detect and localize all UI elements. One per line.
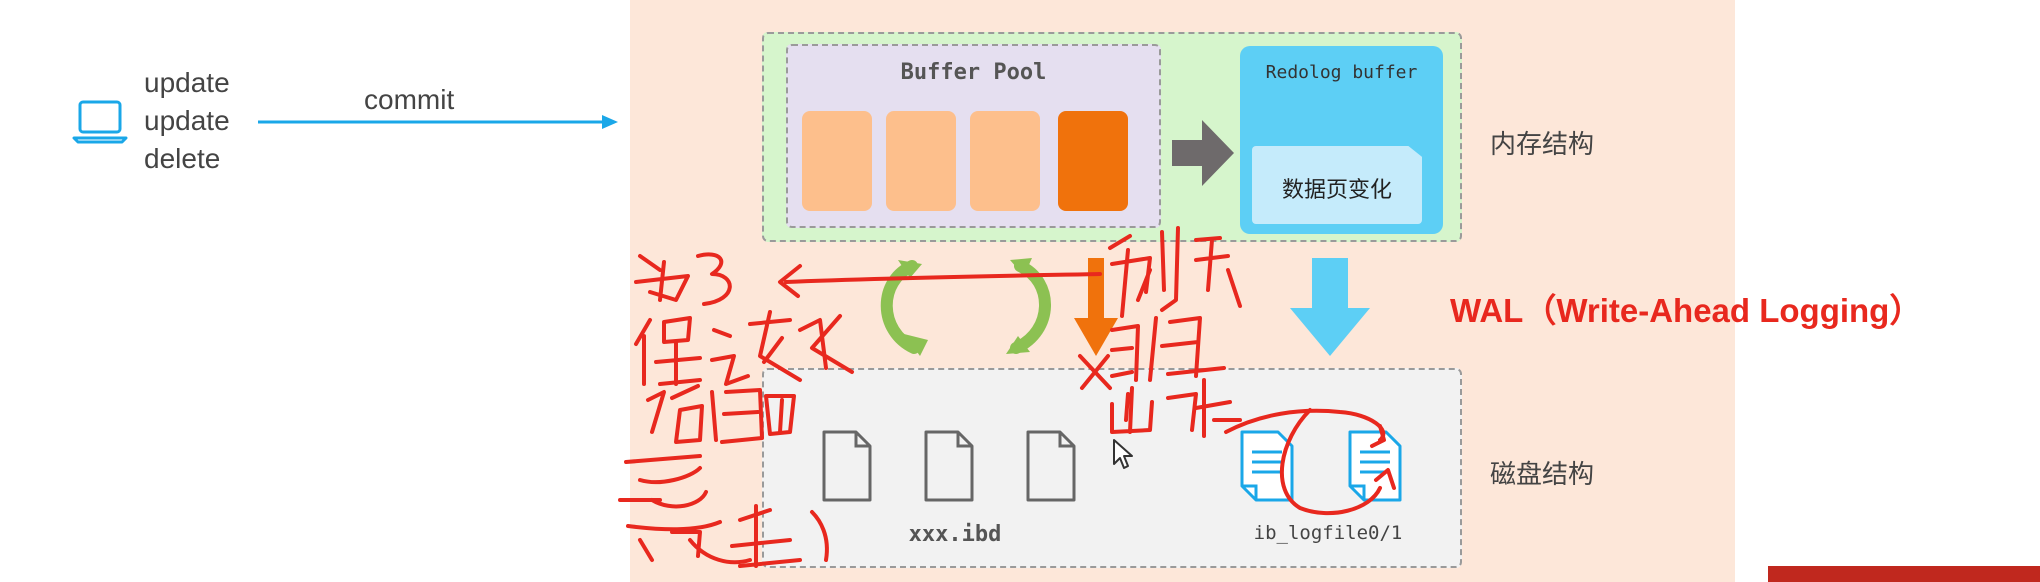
bottom-ribbon — [1768, 566, 2040, 582]
handwritten-annotation — [618, 226, 1396, 568]
mouse-cursor-icon — [1113, 439, 1133, 469]
